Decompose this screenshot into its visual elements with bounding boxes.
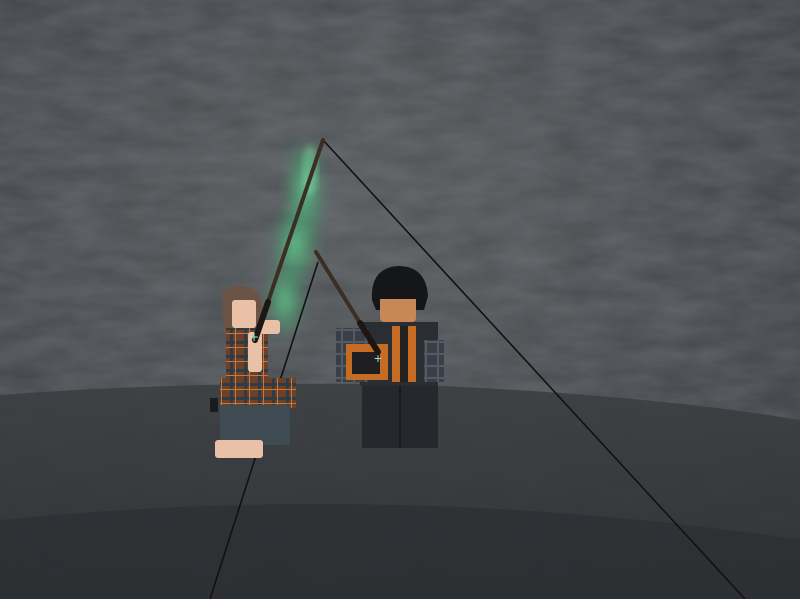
cursor-crosshair: + [249,330,259,344]
bag-left [210,398,218,412]
scene-svg: + + [0,0,800,599]
cursor-crosshair-2: + [373,352,382,365]
face-left [232,300,256,328]
skirt-left [220,378,296,408]
arm-right-b [424,340,444,382]
legs-left [220,405,290,445]
feet-left [215,440,263,458]
game-viewport[interactable]: + + [0,0,800,599]
